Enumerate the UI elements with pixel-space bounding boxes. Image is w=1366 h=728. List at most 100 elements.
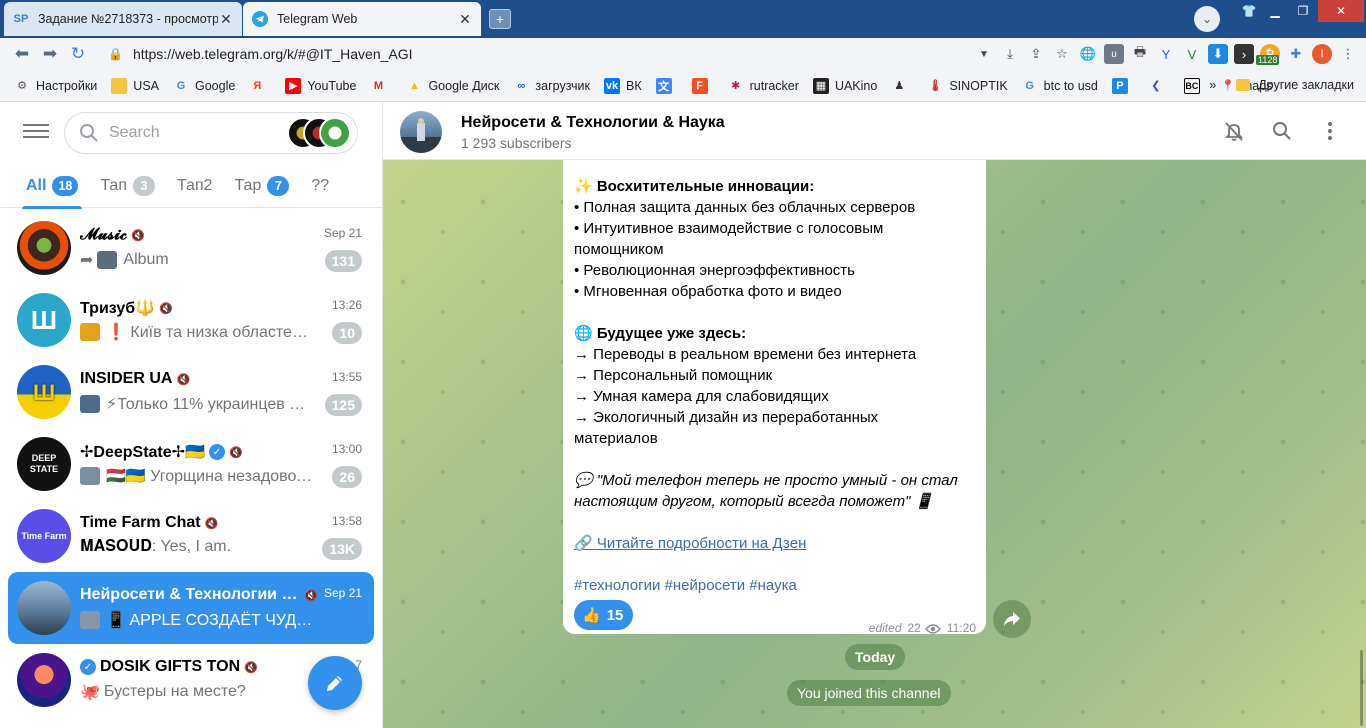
avatar: Ш — [17, 365, 71, 419]
chat-list-item[interactable]: Ш INSIDER UA 🔇 13:55 ⚡Только 11% украинцев …… — [8, 356, 374, 428]
bookmark-uakino[interactable]: ▦ UAKino — [812, 77, 877, 94]
more-options-icon[interactable] — [1318, 119, 1342, 143]
browser-tab-task[interactable]: SP Задание №2718373 - просмотр з ✕ — [4, 2, 242, 36]
tab-folder-0[interactable]: All 18 — [26, 175, 79, 196]
shirt-icon[interactable]: 👕 — [1238, 0, 1260, 22]
dropdown-arrow-icon[interactable]: ▼ — [974, 44, 994, 64]
extensions-puzzle-icon[interactable]: ✚ — [1286, 44, 1306, 64]
search-box[interactable] — [64, 112, 358, 154]
maximize-icon[interactable]: ❐ — [1290, 0, 1316, 22]
sender-name: 𝐌𝐀𝐒𝐎𝐔𝐃 — [80, 538, 152, 555]
last-message: ❗ Київ та низка областей … — [106, 324, 316, 341]
article-link[interactable]: 🔗 Читайте подробности на Дзен — [574, 533, 975, 554]
reaction-button[interactable]: 👍 15 — [574, 600, 634, 630]
reload-icon[interactable]: ↻ — [64, 44, 92, 64]
unread-badge: 10 — [332, 322, 362, 344]
vector-icon[interactable]: V — [1182, 44, 1202, 64]
other-bookmarks-button[interactable]: Другие закладки — [1258, 78, 1354, 92]
bookmark-translate[interactable]: 文 — [655, 77, 678, 94]
stories-strip[interactable] — [287, 117, 353, 149]
share-icon[interactable]: ⇪ — [1026, 44, 1046, 64]
download-icon[interactable]: ⬇ — [1208, 44, 1228, 64]
post-line — [574, 302, 975, 323]
trident-icon: Ш — [32, 379, 56, 405]
post-line: • Полная защита данных без облачных серв… — [574, 199, 916, 216]
bookmarks-right: » Другие закладки — [1209, 78, 1354, 92]
close-window-icon[interactable]: ✕ — [1318, 0, 1364, 22]
post-line: ✨ Восхитительные инновации: — [574, 178, 815, 195]
bookmark-figure[interactable]: ♟ — [891, 78, 913, 94]
install-icon[interactable]: ⤓ — [1000, 44, 1020, 64]
tab-folder-2[interactable]: Тап2 — [177, 177, 213, 195]
kebab-menu-icon[interactable]: ⋮ — [1338, 44, 1358, 64]
tab-folder-1[interactable]: Тап 3 — [100, 175, 155, 196]
muted-speaker-icon: 🔇 — [228, 446, 243, 459]
vpn-icon[interactable]: Y — [1156, 44, 1176, 64]
bookmark-gmail[interactable]: M — [370, 78, 392, 94]
bookmark-p[interactable]: P — [1111, 77, 1134, 94]
bookmark-usa[interactable]: USA — [111, 77, 159, 94]
bookmark-yandex[interactable]: Я — [249, 78, 271, 94]
chat-list-item[interactable]: DEEP STATE ✢DeepState✢🇺🇦 ✓ 🔇 13:00 🇭🇺🇺🇦 Угорщ… — [8, 428, 374, 500]
forward-button[interactable] — [993, 600, 1031, 638]
search-icon[interactable] — [1270, 119, 1294, 143]
chat-list-item[interactable]: Time Farm Time Farm Chat 🔇 13:58 𝐌𝐀𝐒𝐎𝐔𝐃: Yes… — [8, 500, 374, 572]
bookmark-google[interactable]: G Google — [173, 78, 236, 94]
bookmark-btc-to-usd[interactable]: Gbtc to usd — [1022, 78, 1097, 94]
post-line: • Революционная энергоэффективность — [574, 262, 855, 279]
chat-list-item[interactable]: 𝓜𝓾𝓼𝓲𝓬 🔇 Sep 21 ➦ Album 131 — [8, 212, 374, 284]
address-bar[interactable]: 🔒 https://web.telegram.org/k/#@IT_Haven_… — [108, 43, 988, 65]
chat-scrollbar[interactable] — [1360, 650, 1363, 726]
avatar — [17, 581, 71, 635]
bookmark-вк[interactable]: vk ВК — [603, 77, 642, 94]
hashtags[interactable]: #технологии #нейросети #наука — [574, 575, 975, 596]
tab-folder-3[interactable]: Тар 7 — [235, 175, 290, 196]
bookmark-f[interactable]: F — [691, 77, 714, 94]
printer-icon[interactable]: 🖶 — [1130, 44, 1150, 64]
avatar-label: DEEP STATE — [29, 453, 59, 474]
hamburger-menu-icon[interactable] — [20, 120, 52, 146]
back-arrow-icon[interactable]: ⬅ — [8, 44, 36, 64]
minimize-icon[interactable]: ▁ — [1262, 0, 1288, 22]
telegram-app: All18 Тап3 Тап2 Тар7?? 𝓜𝓾𝓼𝓲𝓬🔇Sep 21➦Album13… — [0, 102, 1366, 728]
channel-post[interactable]: ✨ Восхитительные инновации: • Полная защи… — [563, 160, 986, 635]
mute-bell-icon[interactable] — [1222, 119, 1246, 143]
ublock-icon[interactable]: u — [1104, 44, 1124, 64]
bookmark-arrow[interactable]: ❮ — [1148, 78, 1170, 94]
globe-icon[interactable]: 🌐 — [1078, 44, 1098, 64]
search-input[interactable] — [109, 124, 279, 142]
bookmark-sinoptik[interactable]: 🌡 SINOPTIK — [927, 78, 1007, 94]
bookmark-youtube[interactable]: ▶ YouTube — [285, 77, 356, 94]
profile-menu-chevron-icon[interactable]: ⌄ — [1194, 6, 1220, 32]
more-bookmarks-button[interactable]: » — [1209, 78, 1216, 92]
terminal-icon[interactable]: › — [1234, 44, 1254, 64]
bookmarks-bar: ⚙ Настройки USA G Google Я ▶ YouTube M ▲ Google Ди… — [0, 70, 1366, 102]
forward-arrow-icon[interactable]: ➡ — [36, 44, 64, 64]
chat-list-item[interactable]: Ш Тризуб🔱 🔇 13:26 ❗ Київ та низка областей …… — [8, 284, 374, 356]
channel-header[interactable]: Нейросети & Технологии & Наука 1 293 sub… — [383, 102, 1366, 160]
bitcoin-icon[interactable]: ₿ 1128 — [1256, 44, 1280, 65]
channel-avatar[interactable] — [400, 111, 442, 153]
tab-folder-4[interactable]: ?? — [311, 177, 329, 195]
bookmark-rutracker[interactable]: ✱ rutracker — [728, 78, 799, 94]
bookmark-bc[interactable]: BC — [1183, 77, 1206, 94]
eye-icon — [924, 623, 941, 634]
chat-title: Тризуб🔱 🔇 — [80, 298, 173, 318]
chat-list-item[interactable]: Нейросети & Технологии & … 🔇 Sep 21 📱 APPLE… — [8, 572, 374, 644]
avatar[interactable]: I — [1312, 44, 1332, 64]
new-tab-button[interactable]: + — [489, 9, 511, 29]
close-tab-icon[interactable]: ✕ — [457, 11, 473, 28]
bookmark-загрузчик[interactable]: ∞ загрузчик — [513, 78, 590, 94]
dzen-link[interactable]: 🔗 Читайте подробности на Дзен — [574, 535, 806, 552]
bookmark-google-диск[interactable]: ▲ Google Диск — [406, 78, 499, 94]
chat-name: ✢DeepState✢🇺🇦 — [80, 444, 205, 461]
story-avatar[interactable] — [319, 117, 351, 149]
new-message-button[interactable] — [308, 656, 362, 710]
post-line: → Умная камера для слабовидящих — [574, 388, 829, 405]
close-tab-icon[interactable]: ✕ — [218, 11, 234, 28]
url-text: https://web.telegram.org/k/#@IT_Haven_AG… — [132, 46, 413, 62]
bookmark-настройки[interactable]: ⚙ Настройки — [14, 78, 97, 94]
browser-tab-telegram[interactable]: Telegram Web ✕ — [243, 2, 481, 36]
post-line: → Переводы в реальном времени без интерн… — [574, 346, 917, 363]
bookmark-star-icon[interactable]: ☆ — [1052, 44, 1072, 64]
